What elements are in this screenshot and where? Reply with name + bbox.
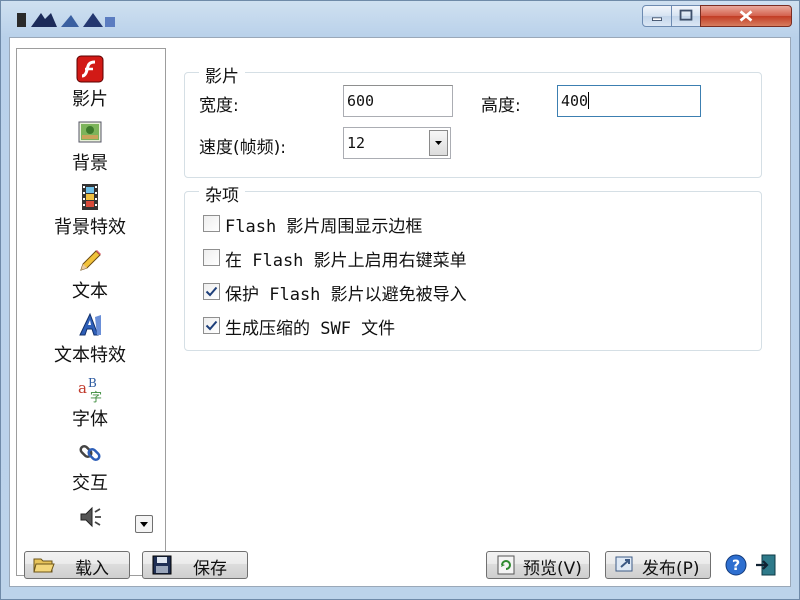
text-caret bbox=[588, 92, 590, 109]
check-mark-icon bbox=[205, 286, 218, 297]
text-effect-icon bbox=[79, 312, 101, 336]
link-icon bbox=[79, 444, 101, 462]
client-area: 影片 背景 背景特效 文本 文本特效 aB字 字体 交互 影片 宽度: 600 … bbox=[9, 37, 791, 587]
check-mark-icon bbox=[205, 320, 218, 331]
exit-door-icon[interactable] bbox=[754, 553, 778, 577]
movie-settings-group: 影片 宽度: 600 高度: 400 速度(帧频): 12 bbox=[184, 62, 762, 178]
close-icon bbox=[739, 10, 753, 22]
frame-rate-value: 12 bbox=[347, 134, 366, 152]
load-label: 载入 bbox=[75, 559, 109, 579]
option-label: 保护 Flash 影片以避免被导入 bbox=[225, 285, 467, 305]
width-label: 宽度: bbox=[199, 96, 239, 116]
sidebar-item-background-effects[interactable]: 背景特效 bbox=[17, 183, 163, 245]
frame-rate-dropdown-button[interactable] bbox=[429, 130, 448, 156]
help-icon[interactable]: ? bbox=[724, 553, 748, 577]
group-title: 杂项 bbox=[199, 181, 245, 206]
close-button[interactable] bbox=[700, 5, 792, 27]
option-label: 在 Flash 影片上启用右键菜单 bbox=[225, 251, 467, 271]
flash-movie-icon bbox=[76, 55, 104, 83]
load-button[interactable]: 载入 bbox=[24, 551, 130, 579]
refresh-preview-icon bbox=[497, 555, 515, 575]
minimize-icon bbox=[652, 17, 662, 21]
sidebar-item-text-effects[interactable]: 文本特效 bbox=[17, 311, 163, 373]
sidebar-scroll-down-button[interactable] bbox=[135, 515, 153, 533]
height-value: 400 bbox=[561, 92, 589, 110]
app-window: 影片 背景 背景特效 文本 文本特效 aB字 字体 交互 影片 宽度: 600 … bbox=[0, 0, 800, 600]
chevron-down-icon bbox=[435, 141, 442, 145]
pencil-icon bbox=[80, 250, 101, 271]
height-input[interactable]: 400 bbox=[557, 85, 701, 117]
sidebar-item-interaction[interactable]: 交互 bbox=[17, 439, 163, 501]
font-icon: a B字 bbox=[78, 376, 102, 403]
publish-icon bbox=[615, 556, 633, 572]
preview-label: 预览(V) bbox=[523, 559, 582, 579]
width-value: 600 bbox=[347, 92, 375, 110]
open-folder-icon bbox=[33, 558, 55, 573]
option-label: 生成压缩的 SWF 文件 bbox=[225, 319, 396, 339]
publish-label: 发布(P) bbox=[642, 559, 700, 579]
sidebar-item-background[interactable]: 背景 bbox=[17, 119, 163, 181]
category-sidebar: 影片 背景 背景特效 文本 文本特效 aB字 字体 交互 bbox=[16, 48, 166, 576]
preview-button[interactable]: 预览(V) bbox=[486, 551, 590, 579]
sidebar-item-label: 背景特效 bbox=[54, 217, 126, 238]
svg-text:a: a bbox=[78, 379, 87, 397]
svg-text:字: 字 bbox=[90, 389, 102, 403]
sidebar-item-font[interactable]: aB字 字体 bbox=[17, 375, 163, 437]
svg-text:B: B bbox=[88, 376, 97, 390]
option-label: Flash 影片周围显示边框 bbox=[225, 217, 423, 237]
checkbox[interactable] bbox=[203, 215, 220, 232]
title-bar[interactable] bbox=[1, 1, 799, 35]
app-logo-icon bbox=[17, 13, 115, 27]
svg-text:?: ? bbox=[732, 558, 740, 574]
maximize-button[interactable] bbox=[671, 5, 701, 27]
chevron-down-icon bbox=[140, 522, 148, 527]
height-label: 高度: bbox=[481, 96, 521, 116]
sidebar-item-movie[interactable]: 影片 bbox=[17, 55, 163, 117]
checkbox[interactable] bbox=[203, 249, 220, 266]
speed-label: 速度(帧频): bbox=[199, 138, 286, 158]
save-label: 保存 bbox=[193, 559, 227, 579]
film-strip-icon bbox=[82, 184, 98, 210]
minimize-button[interactable] bbox=[642, 5, 672, 27]
sidebar-item-label: 字体 bbox=[72, 409, 108, 430]
sidebar-item-label: 影片 bbox=[72, 89, 108, 110]
maximize-icon bbox=[679, 9, 693, 21]
publish-button[interactable]: 发布(P) bbox=[605, 551, 711, 579]
checkbox-checked[interactable] bbox=[203, 317, 220, 334]
background-picture-icon bbox=[78, 121, 102, 143]
sound-icon bbox=[80, 506, 101, 528]
checkbox-checked[interactable] bbox=[203, 283, 220, 300]
save-button[interactable]: 保存 bbox=[142, 551, 248, 579]
group-title: 影片 bbox=[199, 62, 245, 87]
width-input[interactable]: 600 bbox=[343, 85, 453, 117]
frame-rate-select[interactable]: 12 bbox=[343, 127, 451, 159]
floppy-disk-icon bbox=[152, 555, 172, 575]
sidebar-item-label: 文本 bbox=[72, 281, 108, 302]
sidebar-item-label: 交互 bbox=[72, 473, 108, 494]
sidebar-item-label: 背景 bbox=[72, 153, 108, 174]
sidebar-item-text[interactable]: 文本 bbox=[17, 247, 163, 309]
misc-settings-group: 杂项 Flash 影片周围显示边框 在 Flash 影片上启用右键菜单 保护 F… bbox=[184, 181, 762, 351]
sidebar-item-label: 文本特效 bbox=[54, 345, 126, 366]
